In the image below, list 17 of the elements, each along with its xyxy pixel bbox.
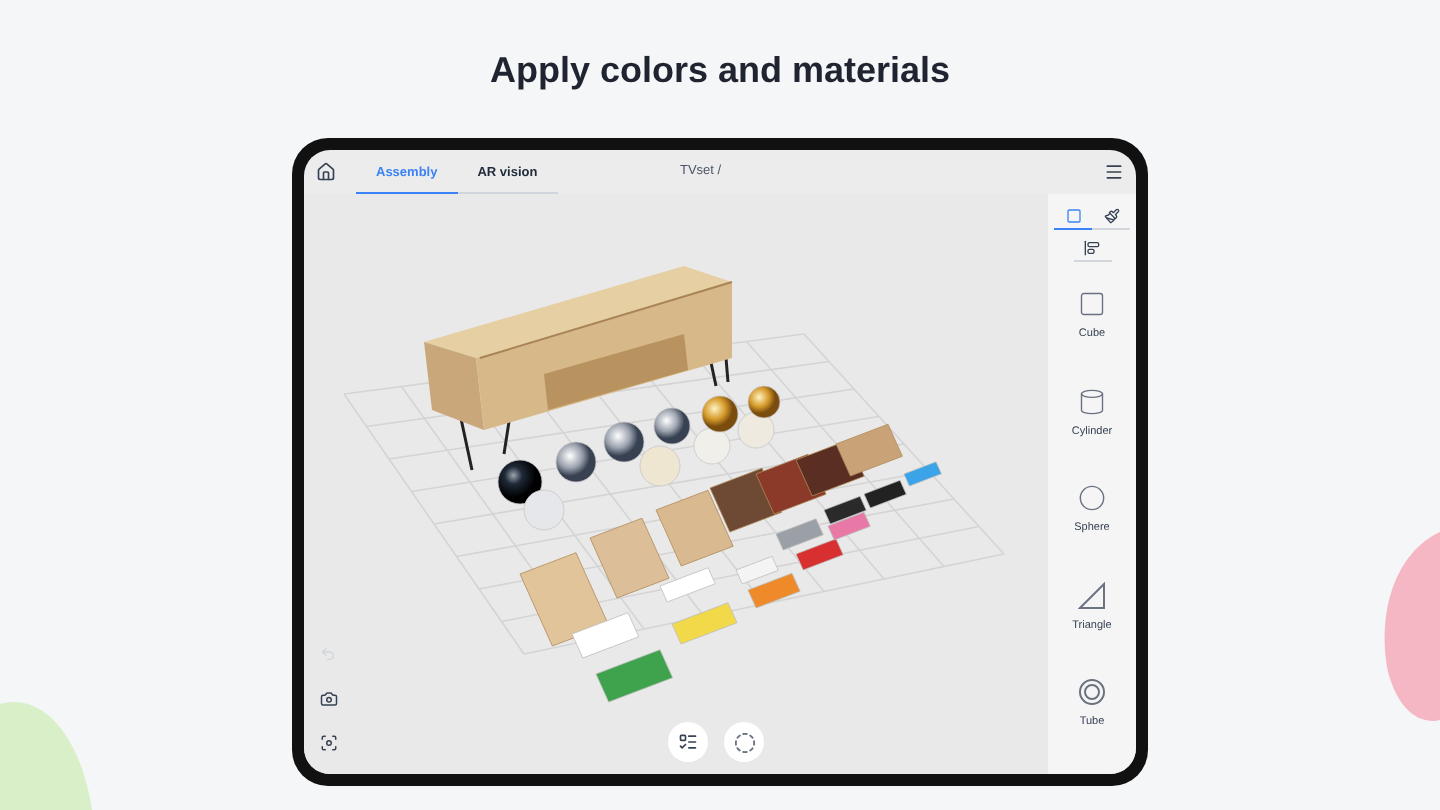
circle-icon xyxy=(1078,484,1106,512)
cylinder-icon xyxy=(1078,387,1106,415)
triangle-icon xyxy=(1077,581,1106,609)
camera-icon[interactable] xyxy=(320,690,338,708)
dashed-circle-icon xyxy=(733,731,755,753)
focus-icon[interactable] xyxy=(320,734,338,752)
selection-button[interactable] xyxy=(724,722,764,762)
home-icon[interactable] xyxy=(316,162,336,182)
ring-icon xyxy=(1078,678,1106,706)
menu-icon[interactable] xyxy=(1104,162,1124,182)
page-title: Apply colors and materials xyxy=(489,52,951,88)
square-icon xyxy=(1065,207,1081,223)
brush-icon xyxy=(1103,207,1119,223)
list-icon xyxy=(678,732,698,752)
square-icon xyxy=(1078,290,1106,318)
align-icon xyxy=(1084,239,1100,255)
list-button[interactable] xyxy=(668,722,708,762)
